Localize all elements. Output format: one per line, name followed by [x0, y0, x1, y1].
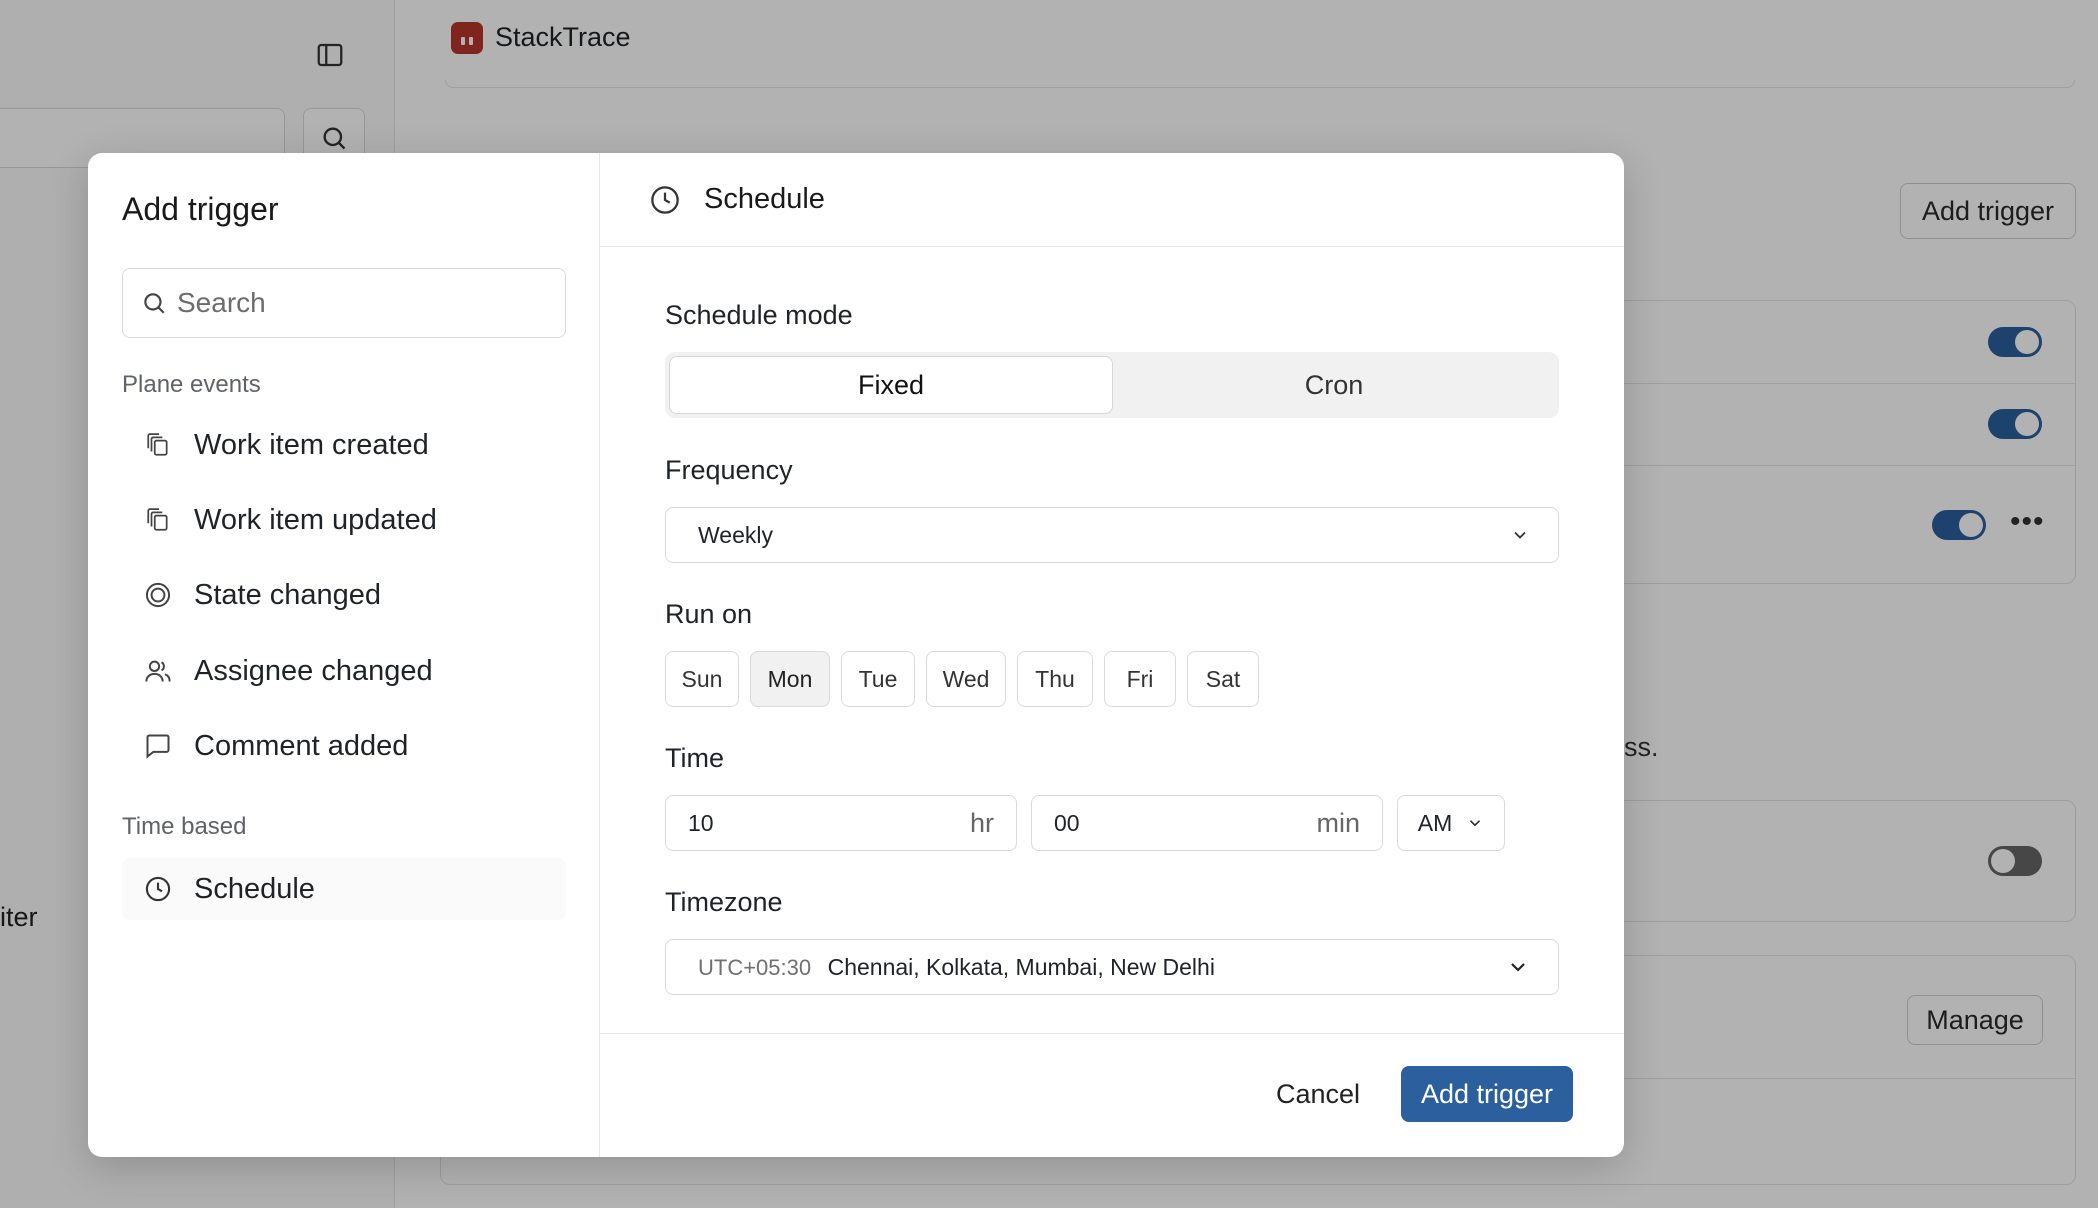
panel-header: Schedule [600, 153, 1624, 247]
frequency-value: Weekly [698, 521, 773, 548]
event-item-schedule[interactable]: Schedule [122, 858, 566, 920]
timezone-label: Timezone [665, 887, 783, 917]
day-button-thu[interactable]: Thu [1017, 651, 1093, 707]
frequency-label: Frequency [665, 455, 793, 485]
day-button-fri[interactable]: Fri [1104, 651, 1176, 707]
add-trigger-submit-button[interactable]: Add trigger [1401, 1066, 1573, 1122]
trigger-search-field[interactable] [122, 268, 566, 338]
ampm-value: AM [1417, 809, 1453, 836]
trigger-type-list: Add trigger Plane events Work item creat… [88, 153, 600, 1157]
hour-unit: hr [969, 807, 994, 838]
hour-input[interactable]: 10 hr [665, 795, 1017, 851]
section-label-time-based: Time based [122, 813, 247, 840]
event-item-label: State changed [194, 578, 382, 611]
panel-title: Schedule [704, 183, 825, 215]
mode-fixed-button[interactable]: Fixed [669, 356, 1113, 414]
schedule-mode-toggle: Fixed Cron [665, 352, 1559, 418]
search-icon [144, 293, 165, 314]
search-input[interactable] [177, 287, 557, 319]
event-item-work-item-created[interactable]: Work item created [122, 414, 566, 476]
day-button-tue[interactable]: Tue [841, 651, 915, 707]
minute-input[interactable]: 00 min [1031, 795, 1383, 851]
event-item-comment-added[interactable]: Comment added [122, 715, 566, 777]
clock-icon [144, 875, 172, 903]
event-item-work-item-updated[interactable]: Work item updated [122, 489, 566, 551]
timezone-name: Chennai, Kolkata, Mumbai, New Delhi [827, 953, 1215, 980]
modal-title: Add trigger [122, 191, 279, 227]
add-trigger-modal: Add trigger Plane events Work item creat… [88, 153, 1624, 1157]
chevron-down-icon [1511, 963, 1525, 972]
minute-value: 00 [1054, 809, 1080, 836]
users-icon [144, 657, 172, 685]
chevron-down-icon [1470, 820, 1481, 827]
event-item-label: Schedule [194, 872, 315, 905]
timezone-select[interactable]: UTC+05:30 Chennai, Kolkata, Mumbai, New … [665, 939, 1559, 995]
event-item-state-changed[interactable]: State changed [122, 564, 566, 626]
modal-footer: Cancel Add trigger [600, 1033, 1624, 1157]
schedule-config-panel: Schedule Schedule mode Fixed Cron Freque… [600, 153, 1624, 1157]
day-button-wed[interactable]: Wed [926, 651, 1006, 707]
ampm-select[interactable]: AM [1397, 795, 1505, 851]
section-label-plane-events: Plane events [122, 371, 261, 398]
schedule-mode-label: Schedule mode [665, 300, 853, 330]
day-selector: Sun Mon Tue Wed Thu Fri Sat [665, 651, 1259, 707]
work-item-icon [144, 506, 172, 534]
cancel-button[interactable]: Cancel [1264, 1066, 1372, 1122]
event-item-assignee-changed[interactable]: Assignee changed [122, 640, 566, 702]
frequency-select[interactable]: Weekly [665, 507, 1559, 563]
state-icon [144, 581, 172, 609]
work-item-icon [144, 431, 172, 459]
event-item-label: Work item created [194, 428, 429, 461]
event-item-label: Assignee changed [194, 654, 433, 687]
comment-icon [144, 732, 172, 760]
minute-unit: min [1316, 807, 1360, 838]
hour-value: 10 [688, 809, 714, 836]
event-item-label: Work item updated [194, 503, 437, 536]
timezone-display: UTC+05:30 Chennai, Kolkata, Mumbai, New … [698, 954, 1215, 981]
day-button-sat[interactable]: Sat [1187, 651, 1259, 707]
day-button-mon[interactable]: Mon [750, 651, 830, 707]
clock-icon [648, 183, 682, 217]
day-button-sun[interactable]: Sun [665, 651, 739, 707]
event-item-label: Comment added [194, 729, 409, 762]
timezone-offset: UTC+05:30 [698, 954, 812, 980]
chevron-down-icon [1514, 531, 1526, 539]
mode-cron-button[interactable]: Cron [1113, 356, 1555, 414]
time-label: Time [665, 743, 724, 773]
run-on-label: Run on [665, 599, 753, 629]
